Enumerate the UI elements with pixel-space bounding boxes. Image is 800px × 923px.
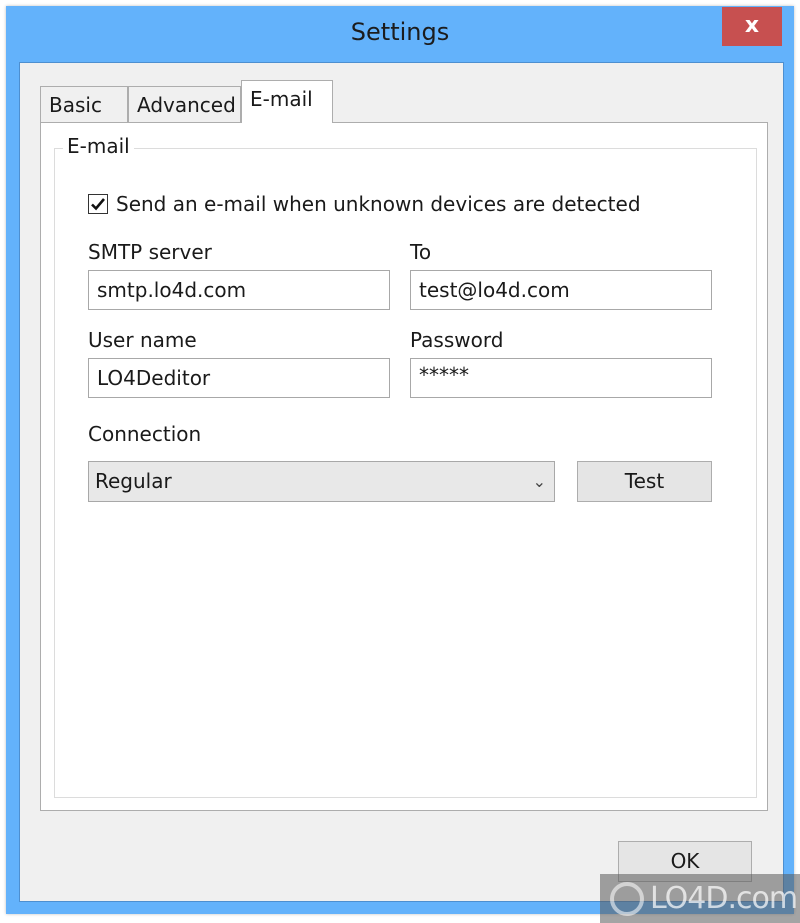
password-label: Password: [410, 328, 504, 352]
password-input[interactable]: *****: [410, 358, 712, 398]
smtp-server-label: SMTP server: [88, 240, 212, 264]
checkmark-icon: [91, 198, 105, 211]
window-title: Settings: [350, 18, 450, 46]
tab-advanced[interactable]: Advanced: [128, 86, 241, 122]
user-name-label: User name: [88, 328, 197, 352]
watermark-text: LO4D.com: [650, 881, 798, 916]
settings-window: Settings x Basic Advanced E-mail E-mail …: [6, 6, 794, 914]
connection-selected-value: Regular: [95, 469, 172, 493]
connection-label: Connection: [88, 422, 202, 446]
tab-basic[interactable]: Basic: [40, 86, 128, 122]
close-button[interactable]: x: [722, 7, 782, 46]
watermark-logo-icon: [610, 881, 644, 916]
client-area: Basic Advanced E-mail E-mail Send an e-m…: [19, 62, 784, 902]
email-group-box: E-mail Send an e-mail when unknown devic…: [54, 134, 757, 798]
smtp-server-input[interactable]: smtp.lo4d.com: [88, 270, 390, 310]
watermark: LO4D.com: [600, 874, 800, 923]
tab-email[interactable]: E-mail: [241, 80, 333, 123]
email-tab-panel: E-mail Send an e-mail when unknown devic…: [40, 122, 768, 811]
send-email-checkbox-row[interactable]: Send an e-mail when unknown devices are …: [88, 192, 641, 216]
title-bar[interactable]: Settings x: [6, 6, 794, 62]
send-email-label: Send an e-mail when unknown devices are …: [116, 192, 641, 216]
close-icon: x: [744, 13, 760, 38]
user-name-input[interactable]: LO4Deditor: [88, 358, 390, 398]
group-title: E-mail: [63, 134, 134, 158]
chevron-down-icon: ⌄: [532, 472, 546, 491]
to-label: To: [410, 240, 432, 264]
send-email-checkbox[interactable]: [88, 194, 108, 214]
test-button[interactable]: Test: [577, 461, 712, 502]
connection-select[interactable]: Regular ⌄: [88, 461, 555, 502]
to-input[interactable]: test@lo4d.com: [410, 270, 712, 310]
